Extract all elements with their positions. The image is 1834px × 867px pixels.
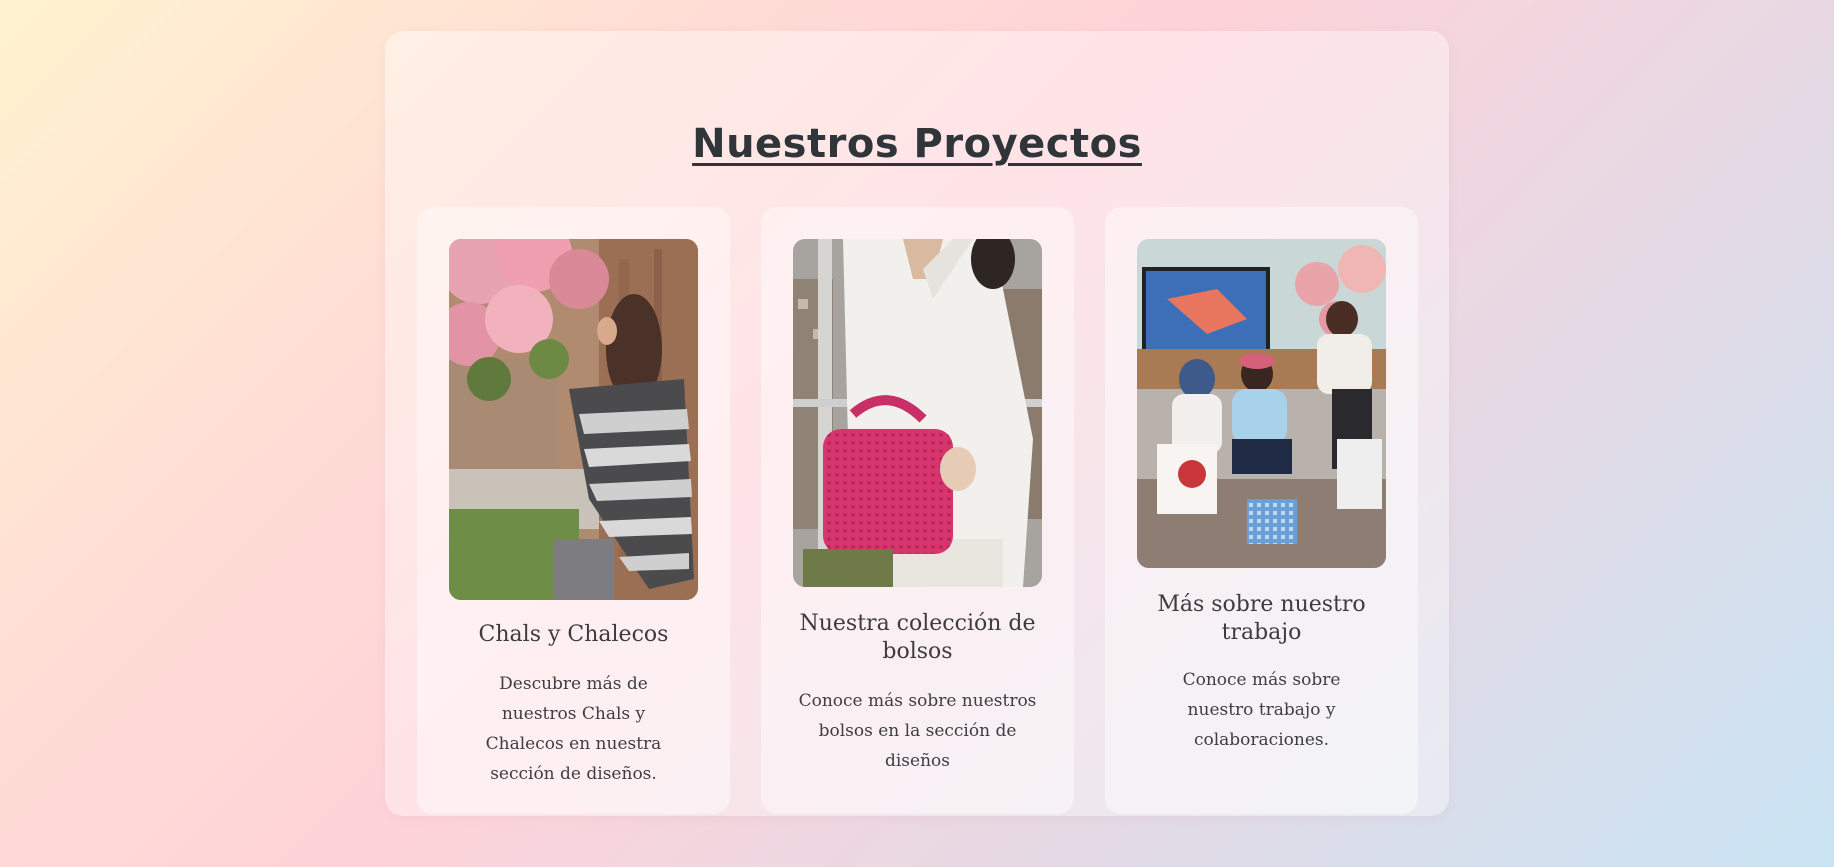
card-description: Conoce más sobre nuestros bolsos en la s… [798,691,1037,771]
card-title: Nuestra colección de bolsos [799,611,1036,664]
bag-photo[interactable] [793,239,1042,587]
project-card-shawls[interactable]: Chals y Chalecos Descubre más de nuestro… [417,207,730,814]
section-title: Nuestros Proyectos [692,121,1142,167]
card-description: Descubre más de nuestros Chals y Chaleco… [485,674,662,784]
card-description: Conoce más sobre nuestro trabajo y colab… [1182,670,1341,750]
card-title: Más sobre nuestro trabajo [1157,592,1366,645]
bag-photo-image [793,239,1042,587]
shawl-photo[interactable] [449,239,698,600]
work-photo[interactable] [1137,239,1386,568]
work-photo-image [1137,239,1386,568]
projects-panel: Nuestros Proyectos Chals y Chalecos Desc… [385,31,1449,816]
project-card-bags[interactable]: Nuestra colección de bolsos Conoce más s… [761,207,1074,814]
project-card-work[interactable]: Más sobre nuestro trabajo Conoce más sob… [1105,207,1418,814]
card-title: Chals y Chalecos [478,622,669,647]
shawl-photo-image [449,239,698,600]
